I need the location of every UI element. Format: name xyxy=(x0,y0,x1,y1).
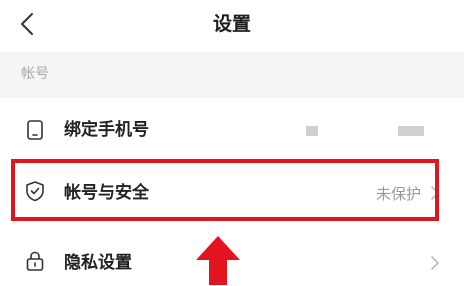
row-label: 隐私设置 xyxy=(64,253,132,273)
section-title: 帐号 xyxy=(21,66,49,82)
status-value: 未保护 xyxy=(375,185,421,203)
nav-bar: 设置 xyxy=(0,0,464,50)
lock-icon xyxy=(26,251,44,271)
chevron-right-icon xyxy=(431,186,439,200)
bind-phone-row[interactable]: 绑定手机号 xyxy=(0,104,464,156)
row-label: 绑定手机号 xyxy=(64,120,149,140)
phone-icon xyxy=(27,120,43,140)
privacy-settings-row[interactable]: 隐私设置 xyxy=(0,234,464,286)
row-label: 帐号与安全 xyxy=(64,183,149,203)
redacted-phone-part xyxy=(398,126,424,136)
account-security-row[interactable]: 帐号与安全 未保护 xyxy=(0,164,464,216)
section-header: 帐号 xyxy=(0,52,464,98)
page-title: 设置 xyxy=(212,13,251,35)
shield-check-icon xyxy=(26,181,44,202)
redacted-phone-part xyxy=(306,126,318,136)
chevron-right-icon xyxy=(431,256,439,270)
